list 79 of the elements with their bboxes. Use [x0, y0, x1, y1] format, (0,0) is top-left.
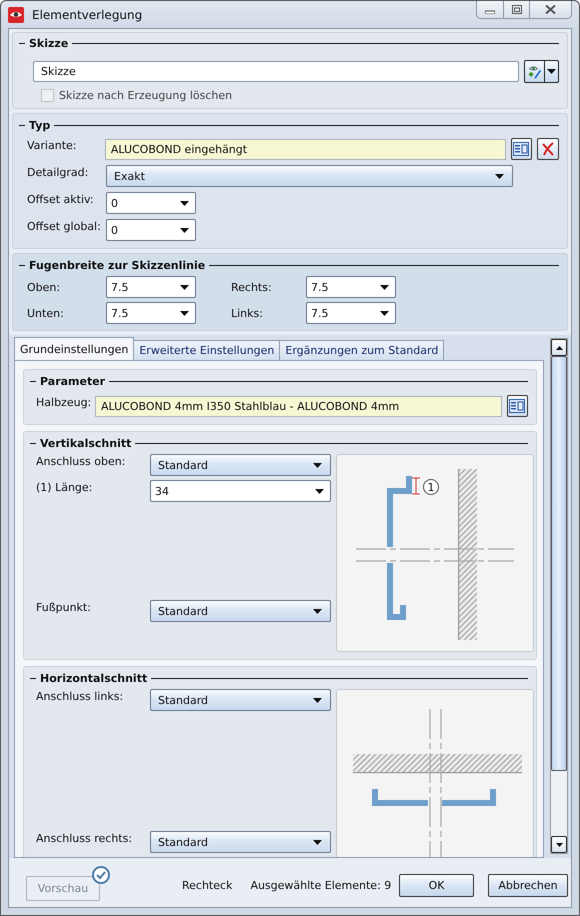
catalog-button[interactable] [510, 138, 532, 160]
ok-button[interactable]: OK [399, 874, 474, 896]
caret-icon [313, 840, 322, 844]
combo-box[interactable]: 7.5 [106, 302, 196, 324]
maximize-icon [512, 5, 522, 14]
check-badge-icon [92, 866, 110, 884]
status-text: Rechteck [182, 878, 232, 892]
caret-icon [180, 310, 189, 316]
section-heading: Fugenbreite zur Skizzenlinie [29, 258, 206, 272]
combo-box[interactable]: 7.5 [106, 276, 196, 298]
close-icon [545, 5, 556, 14]
caret-icon [380, 284, 389, 290]
section-heading: Typ [29, 118, 50, 132]
callout-marker: 1 [423, 479, 439, 495]
field-label: Oben: [26, 280, 62, 294]
field-label: Offset aktiv: [26, 192, 95, 206]
dimension-mark [412, 478, 420, 494]
caret-icon [495, 174, 504, 178]
field-label: Rechts: [230, 280, 273, 294]
cancel-button[interactable]: Abbrechen [488, 874, 568, 896]
dropdown[interactable]: Standard [150, 831, 331, 853]
delete-icon [541, 142, 556, 156]
section-heading: Vertikalschnitt [40, 436, 132, 450]
field-label: (1) Länge: [35, 480, 94, 494]
value-field: ALUCOBOND 4mm I350 Stahlblau - ALUCOBOND 4mm [95, 396, 502, 416]
section-heading: Skizze [29, 37, 68, 50]
field-label: Halbzeug: [35, 395, 90, 409]
combo-box[interactable]: 0 [106, 192, 196, 214]
dropdown[interactable]: Standard [150, 689, 331, 711]
tab[interactable]: Erweiterte Einstellungen [133, 340, 280, 360]
field-label: Fußpunkt: [35, 600, 92, 614]
field-label: Variante: [26, 138, 78, 152]
sketch-tool-button[interactable] [524, 60, 559, 83]
scroll-thumb[interactable] [551, 356, 567, 771]
dropdown[interactable]: Exakt [106, 165, 513, 187]
field-label: Anschluss links: [35, 689, 124, 703]
down-arrow-icon [556, 842, 562, 846]
close-button[interactable] [529, 1, 571, 18]
status-text: Ausgewählte Elemente: 9 [250, 878, 392, 892]
field-label: Unten: [26, 306, 65, 320]
caret-icon [313, 698, 322, 702]
section-heading: Horizontalschnitt [40, 672, 148, 684]
dropdown[interactable]: Standard [150, 454, 331, 476]
caret-icon [547, 69, 556, 74]
checkbox-label: Skizze nach Erzeugung löschen [59, 89, 232, 102]
caret-icon [180, 284, 189, 290]
scrollbar[interactable] [550, 338, 568, 854]
scroll-down-button[interactable] [551, 836, 567, 853]
value-field: ALUCOBOND eingehängt [104, 138, 506, 160]
app-icon [8, 6, 24, 22]
caret-icon [180, 200, 189, 206]
field-label: Links: [230, 306, 264, 320]
window-title: Elementverlegung [32, 8, 142, 22]
combo-box[interactable]: 34 [150, 480, 331, 502]
caret-icon [315, 488, 324, 494]
maximize-button[interactable] [503, 1, 529, 18]
field-label: Anschluss rechts: [35, 831, 134, 845]
caret-icon [380, 310, 389, 316]
input-field[interactable]: Skizze [33, 61, 519, 82]
combo-box[interactable]: 0 [106, 219, 196, 241]
combo-box[interactable]: 7.5 [306, 276, 396, 298]
catalog-icon [509, 399, 526, 413]
caret-icon [313, 462, 322, 468]
scroll-up-button[interactable] [551, 339, 567, 356]
caret-icon [313, 608, 322, 614]
minimize-button[interactable] [477, 1, 503, 18]
caret-icon [180, 228, 189, 232]
field-label: Offset global: [26, 219, 101, 233]
tab[interactable]: Ergänzungen zum Standard [279, 340, 444, 360]
field-label: Anschluss oben: [35, 454, 126, 468]
field-label: Detailgrad: [26, 165, 90, 179]
section-heading: Parameter [40, 374, 106, 388]
delete-button[interactable] [537, 138, 560, 160]
catalog-icon [513, 142, 530, 156]
tab[interactable]: Grundeinstellungen [14, 337, 134, 360]
dropdown[interactable]: Standard [150, 600, 331, 622]
combo-box[interactable]: 7.5 [306, 302, 396, 324]
catalog-button[interactable] [506, 395, 528, 417]
up-arrow-icon [556, 346, 562, 350]
